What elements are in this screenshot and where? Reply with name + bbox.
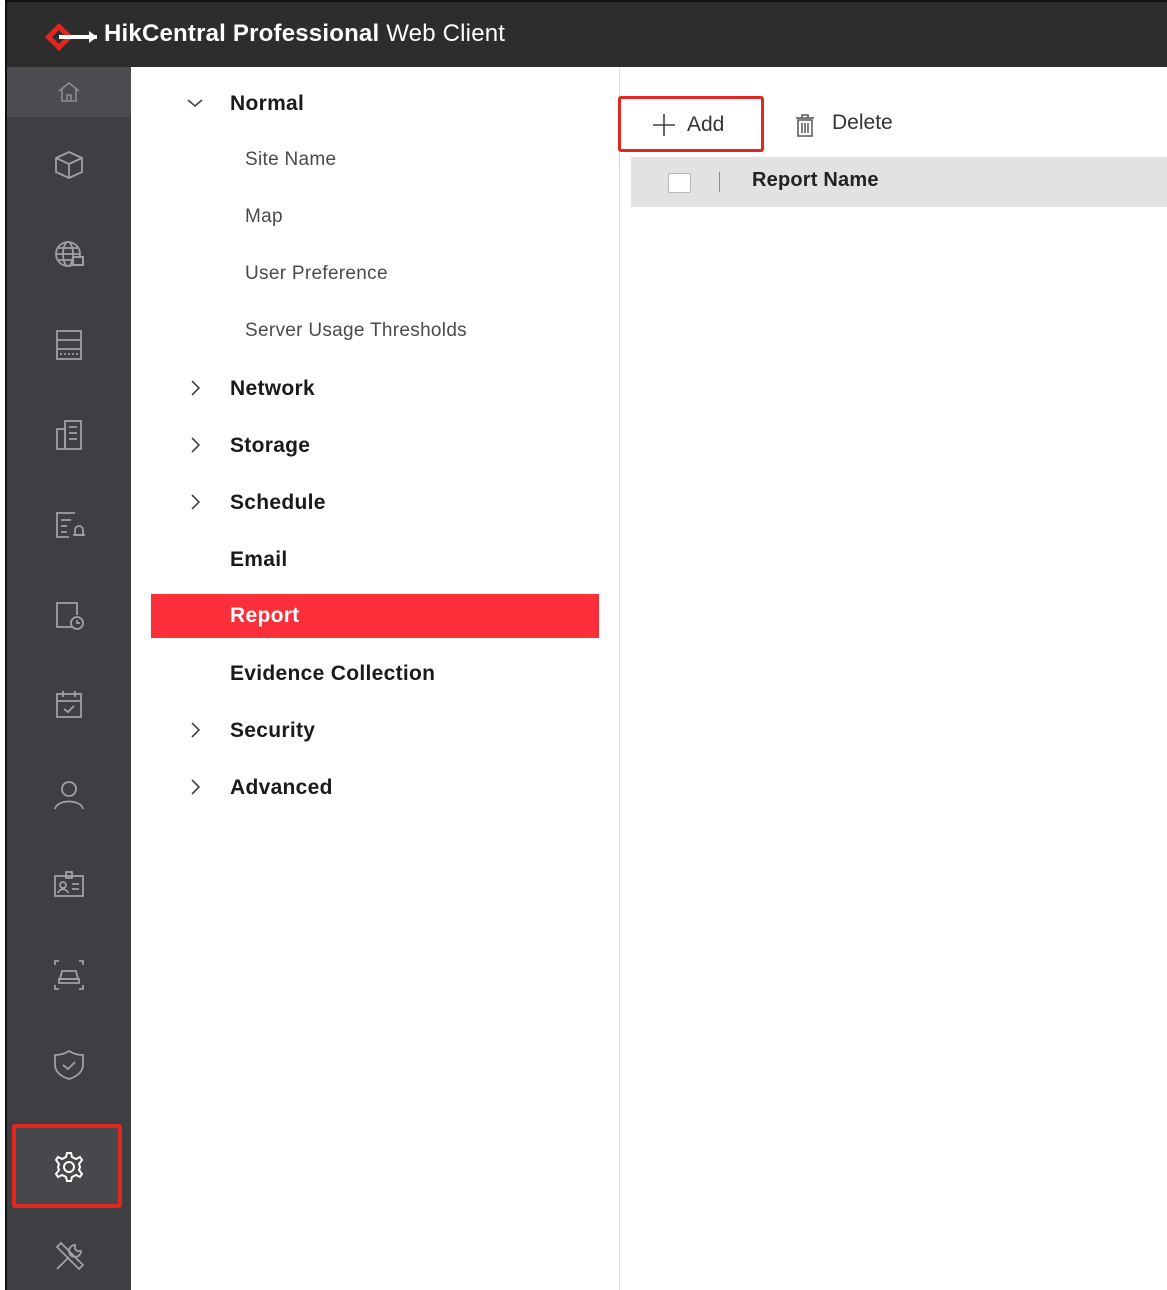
server-icon <box>56 330 82 360</box>
cube-icon <box>55 151 83 179</box>
rail-time[interactable] <box>7 570 131 660</box>
module-rail <box>7 67 131 1290</box>
nav-site-name[interactable]: Site Name <box>131 138 620 182</box>
rail-vehicle[interactable] <box>7 930 131 1020</box>
nav-advanced[interactable]: Advanced <box>131 766 620 810</box>
nav-server-usage-thresholds-label: Server Usage Thresholds <box>245 320 467 341</box>
chevron-right-icon <box>191 722 201 738</box>
rail-home[interactable] <box>7 67 131 117</box>
add-button[interactable]: Add <box>618 96 764 152</box>
building-icon <box>56 420 82 450</box>
delete-button-label: Delete <box>832 111 893 134</box>
event-icon <box>56 512 85 538</box>
chevron-right-icon <box>191 494 201 510</box>
rail-attendance[interactable] <box>7 660 131 750</box>
nav-evidence-collection[interactable]: Evidence Collection <box>131 652 620 696</box>
nav-storage-label: Storage <box>230 434 311 457</box>
nav-network-label: Network <box>230 377 315 400</box>
nav-advanced-label: Advanced <box>230 776 333 799</box>
person-icon <box>54 781 84 810</box>
top-bar: HikCentral Professional Web Client <box>7 2 1167 67</box>
rail-security[interactable] <box>7 1020 131 1110</box>
nav-evidence-collection-label: Evidence Collection <box>230 662 436 685</box>
nav-user-preference[interactable]: User Preference <box>131 252 620 296</box>
rail-area[interactable] <box>7 390 131 480</box>
plus-icon <box>653 114 675 136</box>
trash-icon <box>796 114 814 137</box>
globe-icon <box>55 241 84 267</box>
nav-schedule[interactable]: Schedule <box>131 481 620 525</box>
app-title: HikCentral Professional Web Client <box>104 20 505 48</box>
nav-email-label: Email <box>230 548 288 571</box>
calendar-check-icon <box>56 691 82 718</box>
id-card-icon <box>54 871 84 897</box>
nav-map-label: Map <box>245 206 283 227</box>
vehicle-icon <box>54 960 84 990</box>
rail-logical-view[interactable] <box>7 120 131 210</box>
delete-button[interactable]: Delete <box>792 108 922 138</box>
report-table-header: Report Name <box>631 157 1167 207</box>
app-title-brand: HikCentral Professional <box>104 20 380 47</box>
nav-normal-label: Normal <box>230 92 305 115</box>
hik-logo-icon <box>45 23 97 51</box>
chevron-right-icon <box>191 437 201 453</box>
nav-storage[interactable]: Storage <box>131 424 620 468</box>
rail-person[interactable] <box>7 750 131 840</box>
nav-user-preference-label: User Preference <box>245 263 388 284</box>
nav-schedule-label: Schedule <box>230 491 326 514</box>
rail-network[interactable] <box>7 210 131 300</box>
rail-event[interactable] <box>7 480 131 570</box>
select-all-checkbox[interactable] <box>668 173 691 193</box>
chevron-down-icon <box>187 99 203 108</box>
nav-report[interactable]: Report <box>151 594 599 638</box>
nav-email[interactable]: Email <box>131 538 620 582</box>
gear-icon <box>54 1152 84 1182</box>
settings-nav: Normal Site Name Map User Preference Ser… <box>131 67 620 1290</box>
nav-server-usage-thresholds[interactable]: Server Usage Thresholds <box>131 309 620 353</box>
rail-devices[interactable] <box>7 300 131 390</box>
chevron-right-icon <box>191 779 201 795</box>
rail-maintenance[interactable] <box>7 1212 131 1290</box>
nav-report-label: Report <box>230 604 300 627</box>
device-clock-icon <box>56 602 84 630</box>
chevron-right-icon <box>191 380 201 396</box>
shield-check-icon <box>54 1049 84 1080</box>
tools-icon <box>55 1241 85 1271</box>
nav-security-label: Security <box>230 719 316 742</box>
home-icon <box>58 81 80 102</box>
add-button-label: Add <box>687 113 725 136</box>
app-title-suffix: Web Client <box>379 20 506 47</box>
nav-normal[interactable]: Normal <box>131 82 620 126</box>
nav-security[interactable]: Security <box>131 709 620 753</box>
nav-site-name-label: Site Name <box>245 149 337 170</box>
nav-map[interactable]: Map <box>131 195 620 239</box>
column-report-name[interactable]: Report Name <box>752 169 879 192</box>
nav-network[interactable]: Network <box>131 367 620 411</box>
rail-system-settings[interactable] <box>7 1122 131 1212</box>
rail-visitor[interactable] <box>7 840 131 930</box>
column-divider <box>719 172 720 192</box>
